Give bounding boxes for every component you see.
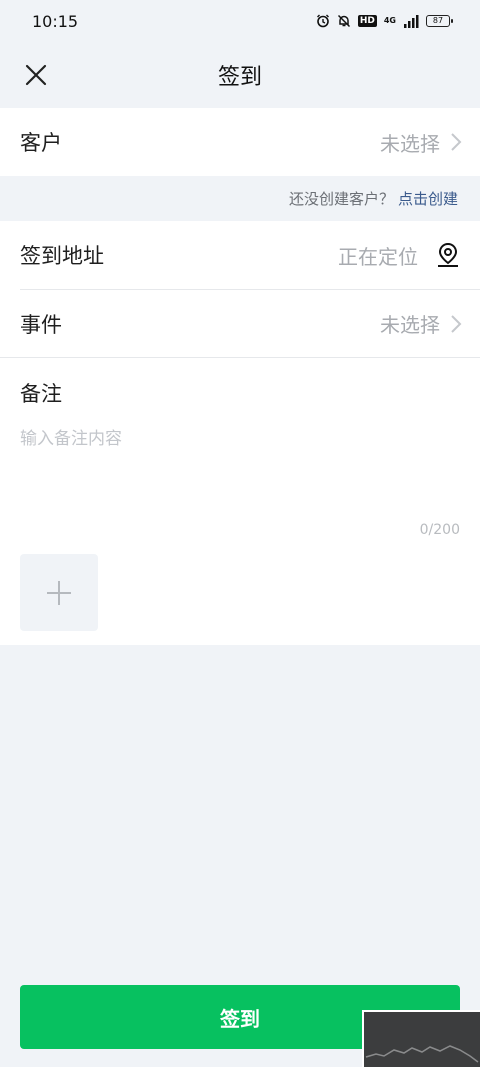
address-row[interactable]: 签到地址 正在定位	[0, 221, 480, 289]
chevron-right-icon	[451, 133, 462, 151]
event-row[interactable]: 事件 未选择	[20, 289, 480, 357]
customer-row[interactable]: 客户 未选择	[0, 108, 480, 176]
battery-icon: 87	[426, 15, 453, 27]
event-label: 事件	[20, 312, 62, 337]
address-value: 正在定位	[338, 241, 462, 270]
status-time: 10:15	[32, 11, 79, 31]
customer-label: 客户	[20, 131, 62, 155]
page-title: 签到	[217, 65, 262, 90]
chevron-right-icon	[451, 314, 462, 333]
add-photo-button[interactable]	[20, 554, 98, 631]
floating-thumbnail	[362, 1010, 480, 1067]
signal-icon	[404, 14, 419, 28]
customer-section: 客户 未选择	[0, 108, 480, 176]
location-pin-icon[interactable]	[434, 241, 462, 269]
notes-section: 备注 0/200	[0, 357, 480, 645]
customer-value-text: 未选择	[380, 131, 440, 156]
network-type: 4G	[383, 16, 396, 25]
close-icon[interactable]	[24, 63, 48, 87]
alarm-icon	[316, 14, 329, 28]
create-customer-hint: 还没创建客户？ 点击创建	[0, 176, 480, 221]
notes-counter: 0/200	[419, 522, 460, 538]
event-value: 未选择	[380, 309, 462, 338]
create-customer-link[interactable]: 点击创建	[398, 188, 458, 209]
address-value-text: 正在定位	[338, 244, 418, 269]
nav-bar: 签到	[0, 42, 480, 108]
notes-input[interactable]	[20, 424, 460, 514]
hd-icon: HD	[357, 15, 377, 27]
notes-label: 备注	[20, 382, 62, 406]
event-value-text: 未选择	[380, 313, 440, 337]
plus-icon	[47, 580, 71, 605]
waveform-icon	[365, 1045, 479, 1063]
status-icons: HD 4G 87	[316, 14, 453, 28]
bell-off-icon	[337, 14, 350, 28]
customer-value: 未选择	[380, 128, 462, 157]
details-section: 签到地址 正在定位 事件 未选择	[0, 221, 480, 357]
status-bar: 10:15 HD 4G 87	[0, 0, 480, 42]
address-label: 签到地址	[20, 244, 104, 268]
hint-text: 还没创建客户？	[288, 190, 394, 208]
